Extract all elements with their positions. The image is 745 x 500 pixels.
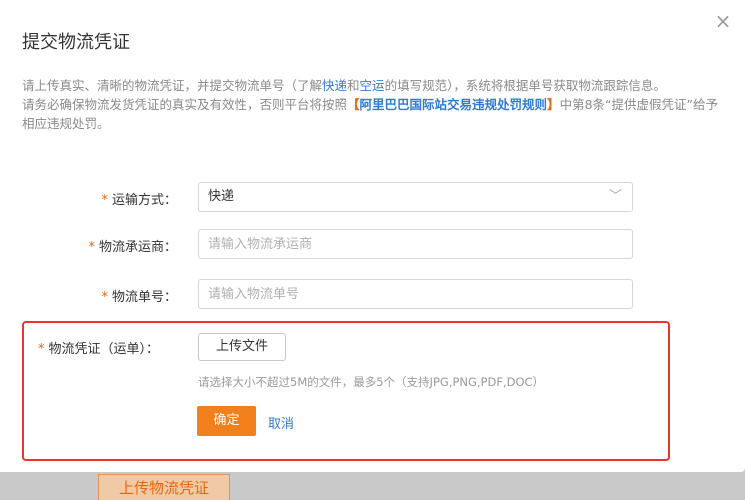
carrier-label: * 物流承运商：	[88, 236, 177, 255]
upload-file-button[interactable]: 上传文件	[198, 333, 286, 361]
chevron-down-icon: ﹀	[608, 189, 622, 204]
cancel-button[interactable]: 取消	[268, 413, 294, 432]
proof-label: * 物流凭证（运单）：	[38, 338, 159, 357]
notice-line1-suffix: 的填写规范），系统将根据单号获取物流跟踪信息。	[384, 78, 666, 93]
shipping-method-value: 快递	[208, 189, 235, 204]
proof-label-text: 物流凭证（运单）：	[48, 342, 160, 357]
tracking-number-label: * 物流单号：	[101, 286, 177, 305]
confirm-button[interactable]: 确定	[197, 406, 256, 436]
backdrop-upload-proof-button: 上传物流凭证	[98, 474, 230, 500]
notice-line1-prefix: 请上传真实、清晰的物流凭证，并提交物流单号（了解	[22, 78, 323, 93]
tracking-number-input[interactable]	[198, 279, 633, 309]
bracket-close: 】	[547, 97, 560, 112]
carrier-input[interactable]	[198, 229, 633, 259]
carrier-label-text: 物流承运商：	[98, 240, 177, 255]
upload-hint: 请选择大小不超过5M的文件，最多5个（支持JPG,PNG,PDF,DOC）	[198, 375, 545, 389]
submit-logistics-proof-dialog: 提交物流凭证 × 请上传真实、清晰的物流凭证，并提交物流单号（了解快递和空运的填…	[0, 0, 745, 472]
close-icon[interactable]: ×	[712, 10, 734, 32]
dialog-title: 提交物流凭证	[22, 32, 130, 53]
notice-text: 请上传真实、清晰的物流凭证，并提交物流单号（了解快递和空运的填写规范），系统将根…	[22, 76, 722, 133]
required-mark: *	[38, 342, 45, 357]
penalty-rules-link[interactable]: 阿里巴巴国际站交易违规处罚规则	[360, 97, 548, 112]
shipping-method-label: * 运输方式：	[101, 189, 177, 208]
air-freight-rules-link[interactable]: 空运	[360, 78, 385, 93]
tracking-number-label-text: 物流单号：	[111, 290, 177, 305]
notice-conj: 和	[347, 78, 360, 93]
required-mark: *	[101, 193, 108, 208]
notice-line2-prefix: 请务必确保物流发货凭证的真实及有效性，否则平台将按照	[22, 97, 348, 112]
express-rules-link[interactable]: 快递	[322, 78, 347, 93]
bracket-open: 【	[347, 97, 360, 112]
shipping-method-label-text: 运输方式：	[111, 193, 177, 208]
required-mark: *	[88, 240, 95, 255]
shipping-method-select[interactable]: 快递 ﹀	[198, 182, 633, 212]
required-mark: *	[101, 290, 108, 305]
